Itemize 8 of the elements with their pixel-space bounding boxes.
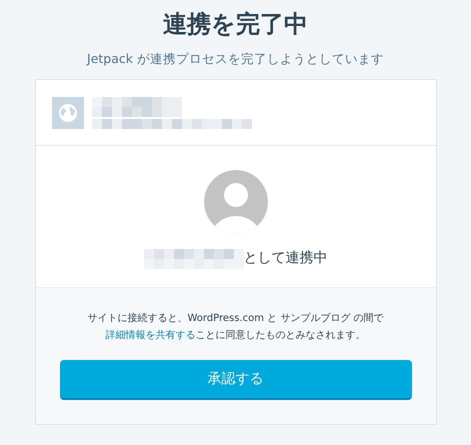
connecting-as-label: として連携中	[244, 249, 328, 268]
page-subtitle: Jetpack が連携プロセスを完了しようとしています	[87, 50, 384, 68]
globe-icon	[52, 96, 84, 128]
user-avatar-icon	[204, 170, 268, 234]
terms-text: サイトに接続すると、WordPress.com と サンプルブログ の間で 詳細情報を共有することに同意したものとみなされます。	[86, 312, 385, 343]
page-title: 連携を完了中	[163, 9, 308, 40]
approve-button[interactable]: 承認する	[60, 360, 412, 400]
share-details-link[interactable]: 詳細情報を共有する	[106, 330, 196, 341]
